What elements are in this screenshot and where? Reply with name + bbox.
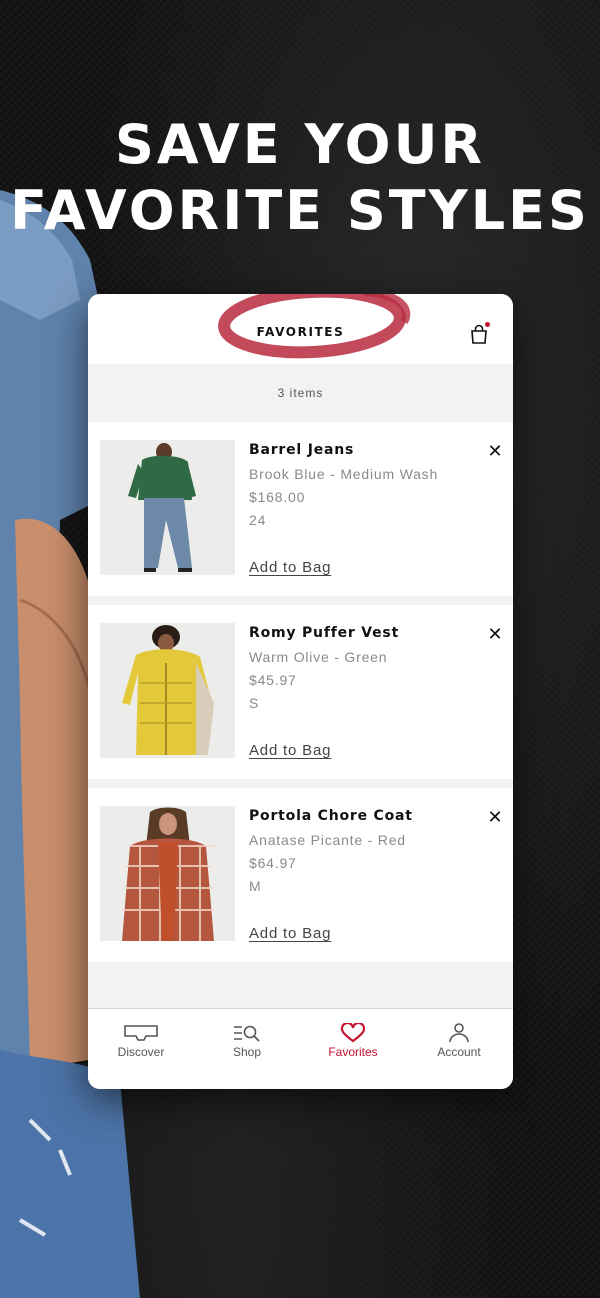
search-list-icon <box>234 1025 260 1042</box>
product-name[interactable]: Barrel Jeans <box>249 442 354 458</box>
product-name[interactable]: Romy Puffer Vest <box>249 625 399 641</box>
tab-label: Shop <box>232 1045 262 1059</box>
product-image <box>100 623 235 758</box>
tab-label: Favorites <box>328 1045 378 1059</box>
favorite-item-card[interactable]: Romy Puffer Vest Warm Olive - Green $45.… <box>88 605 513 779</box>
product-price: $168.00 <box>249 489 306 505</box>
close-icon[interactable]: ✕ <box>486 808 504 826</box>
app-screen: FAVORITES 3 items Barrel Jeans Brook Blu… <box>88 294 513 1089</box>
promo-headline: SAVE YOUR FAVORITE STYLES <box>0 112 600 244</box>
item-count: 3 items <box>277 386 324 400</box>
heart-icon <box>340 1023 366 1043</box>
tab-shop[interactable]: Shop <box>194 1023 300 1059</box>
close-icon[interactable]: ✕ <box>486 442 504 460</box>
product-size: 24 <box>249 512 267 528</box>
shopping-bag-icon[interactable] <box>469 322 491 345</box>
favorite-item-card[interactable]: Portola Chore Coat Anatase Picante - Red… <box>88 788 513 962</box>
product-size: S <box>249 695 260 711</box>
product-image <box>100 806 235 941</box>
discover-icon <box>124 1025 158 1041</box>
add-to-bag-button[interactable]: Add to Bag <box>249 925 331 942</box>
tab-label: Discover <box>117 1045 165 1059</box>
product-size: M <box>249 878 262 894</box>
app-header: FAVORITES <box>88 294 513 364</box>
headline-line-2: FAVORITE STYLES <box>10 179 590 242</box>
tab-discover[interactable]: Discover <box>88 1023 194 1059</box>
tab-favorites[interactable]: Favorites <box>300 1023 406 1059</box>
headline-line-1: SAVE YOUR <box>114 113 485 176</box>
product-price: $64.97 <box>249 855 297 871</box>
tab-account[interactable]: Account <box>406 1023 512 1059</box>
product-color: Brook Blue - Medium Wash <box>249 466 439 482</box>
close-icon[interactable]: ✕ <box>486 625 504 643</box>
tab-label: Account <box>437 1045 481 1059</box>
product-color: Warm Olive - Green <box>249 649 388 665</box>
person-icon <box>449 1023 469 1043</box>
add-to-bag-button[interactable]: Add to Bag <box>249 742 331 759</box>
product-image <box>100 440 235 575</box>
cart-badge <box>485 322 490 327</box>
bottom-tab-bar: Discover Shop Favorites Account <box>88 1008 513 1089</box>
add-to-bag-button[interactable]: Add to Bag <box>249 559 331 576</box>
product-name[interactable]: Portola Chore Coat <box>249 808 413 824</box>
product-color: Anatase Picante - Red <box>249 832 406 848</box>
page-title: FAVORITES <box>256 325 345 339</box>
favorite-item-card[interactable]: Barrel Jeans Brook Blue - Medium Wash $1… <box>88 422 513 596</box>
product-price: $45.97 <box>249 672 297 688</box>
